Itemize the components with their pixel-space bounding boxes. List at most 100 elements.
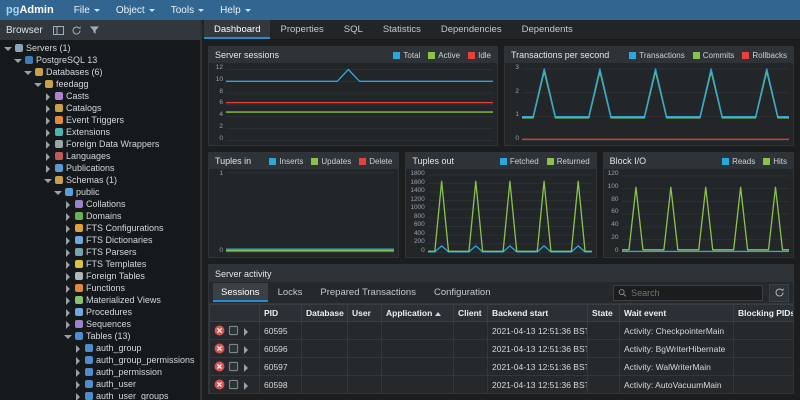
tree-chevron-icon[interactable]: [74, 392, 82, 400]
terminate-session-icon[interactable]: [214, 325, 225, 336]
tree-chevron-icon[interactable]: [14, 56, 22, 64]
tab-dashboard[interactable]: Dashboard: [204, 20, 270, 39]
expand-row-icon[interactable]: [242, 381, 250, 389]
tree-item-fts-configurations[interactable]: FTS Configurations: [0, 222, 200, 234]
activity-tab-configuration[interactable]: Configuration: [426, 283, 499, 302]
tree-item-fts-parsers[interactable]: FTS Parsers: [0, 246, 200, 258]
tree-item-event-triggers[interactable]: Event Triggers: [0, 114, 200, 126]
tree-item-casts[interactable]: Casts: [0, 90, 200, 102]
tree-chevron-icon[interactable]: [44, 128, 52, 136]
expand-row-icon[interactable]: [242, 363, 250, 371]
tree-chevron-icon[interactable]: [64, 284, 72, 292]
tree-chevron-icon[interactable]: [64, 260, 72, 268]
tree-item-languages[interactable]: Languages: [0, 150, 200, 162]
tree-chevron-icon[interactable]: [44, 152, 52, 160]
session-row[interactable]: 60598 2021-04-13 12:51:36 BST Activity: …: [210, 376, 794, 394]
column-header[interactable]: [210, 305, 260, 322]
terminate-session-icon[interactable]: [214, 361, 225, 372]
tree-item-extensions[interactable]: Extensions: [0, 126, 200, 138]
tree-chevron-icon[interactable]: [74, 380, 82, 388]
tree-item-auth-permission[interactable]: auth_permission: [0, 366, 200, 378]
tree-chevron-icon[interactable]: [44, 104, 52, 112]
terminate-session-icon[interactable]: [214, 343, 225, 354]
column-header-state[interactable]: State: [588, 305, 620, 322]
tree-chevron-icon[interactable]: [74, 344, 82, 352]
refresh-activity-button[interactable]: [769, 284, 789, 302]
activity-tab-sessions[interactable]: Sessions: [213, 283, 268, 302]
tree-item-databases-6[interactable]: Databases (6): [0, 66, 200, 78]
tree-item-servers-1[interactable]: Servers (1): [0, 42, 200, 54]
cancel-query-icon[interactable]: [228, 343, 239, 354]
tree-item-public[interactable]: public: [0, 186, 200, 198]
tree-chevron-icon[interactable]: [64, 332, 72, 340]
column-header-user[interactable]: User: [348, 305, 382, 322]
tab-sql[interactable]: SQL: [334, 20, 373, 39]
tree-item-materialized-views[interactable]: Materialized Views: [0, 294, 200, 306]
tree-chevron-icon[interactable]: [64, 308, 72, 316]
tree-chevron-icon[interactable]: [64, 212, 72, 220]
expand-row-icon[interactable]: [242, 345, 250, 353]
column-header-database[interactable]: Database: [302, 305, 348, 322]
filter-icon[interactable]: [89, 25, 100, 36]
tree-item-fts-dictionaries[interactable]: FTS Dictionaries: [0, 234, 200, 246]
tree-chevron-icon[interactable]: [44, 176, 52, 184]
tree-item-auth-user[interactable]: auth_user: [0, 378, 200, 390]
tree-chevron-icon[interactable]: [34, 80, 42, 88]
column-header-wait-event[interactable]: Wait event: [620, 305, 734, 322]
tree-item-domains[interactable]: Domains: [0, 210, 200, 222]
tree-item-fts-templates[interactable]: FTS Templates: [0, 258, 200, 270]
tree-item-functions[interactable]: Functions: [0, 282, 200, 294]
tree-chevron-icon[interactable]: [74, 356, 82, 364]
column-header-pid[interactable]: PID: [260, 305, 302, 322]
tab-dependencies[interactable]: Dependencies: [431, 20, 512, 39]
activity-tab-locks[interactable]: Locks: [270, 283, 311, 302]
column-header-client[interactable]: Client: [454, 305, 488, 322]
cancel-query-icon[interactable]: [228, 379, 239, 390]
menu-help[interactable]: Help: [212, 0, 259, 20]
refresh-icon[interactable]: [71, 25, 82, 36]
menu-file[interactable]: File: [66, 0, 108, 20]
tab-properties[interactable]: Properties: [270, 20, 333, 39]
terminate-session-icon[interactable]: [214, 379, 225, 390]
tree-item-collations[interactable]: Collations: [0, 198, 200, 210]
session-row[interactable]: 60595 2021-04-13 12:51:36 BST Activity: …: [210, 322, 794, 340]
tree-chevron-icon[interactable]: [44, 92, 52, 100]
tree-item-auth-user-groups[interactable]: auth_user_groups: [0, 390, 200, 400]
tree-item-tables-13[interactable]: Tables (13): [0, 330, 200, 342]
tree-item-procedures[interactable]: Procedures: [0, 306, 200, 318]
tree-chevron-icon[interactable]: [64, 296, 72, 304]
activity-tab-prepared-transactions[interactable]: Prepared Transactions: [312, 283, 424, 302]
tree-item-foreign-data-wrappers[interactable]: Foreign Data Wrappers: [0, 138, 200, 150]
tree-item-feedagg[interactable]: feedagg: [0, 78, 200, 90]
column-header-blocking-pids[interactable]: Blocking PIDs: [734, 305, 794, 322]
tab-dependents[interactable]: Dependents: [512, 20, 583, 39]
tree-item-sequences[interactable]: Sequences: [0, 318, 200, 330]
tree-chevron-icon[interactable]: [4, 44, 12, 52]
search-input[interactable]: [631, 288, 758, 298]
tree-chevron-icon[interactable]: [64, 224, 72, 232]
tree-chevron-icon[interactable]: [64, 272, 72, 280]
session-row[interactable]: 60596 2021-04-13 12:51:36 BST Activity: …: [210, 340, 794, 358]
tree-item-schemas-1[interactable]: Schemas (1): [0, 174, 200, 186]
tree-chevron-icon[interactable]: [44, 164, 52, 172]
cancel-query-icon[interactable]: [228, 361, 239, 372]
session-row[interactable]: 60597 2021-04-13 12:51:36 BST Activity: …: [210, 358, 794, 376]
column-header-backend-start[interactable]: Backend start: [488, 305, 588, 322]
tree-chevron-icon[interactable]: [64, 200, 72, 208]
tree-item-foreign-tables[interactable]: Foreign Tables: [0, 270, 200, 282]
tree-chevron-icon[interactable]: [44, 140, 52, 148]
expand-row-icon[interactable]: [242, 327, 250, 335]
tab-statistics[interactable]: Statistics: [373, 20, 431, 39]
column-header-application[interactable]: Application: [382, 305, 454, 322]
tree-chevron-icon[interactable]: [44, 116, 52, 124]
tree-chevron-icon[interactable]: [74, 368, 82, 376]
tree-chevron-icon[interactable]: [64, 320, 72, 328]
panels-icon[interactable]: [53, 25, 64, 36]
tree-chevron-icon[interactable]: [24, 68, 32, 76]
tree-chevron-icon[interactable]: [54, 188, 62, 196]
tree-item-auth-group-permissions[interactable]: auth_group_permissions: [0, 354, 200, 366]
tree-item-auth-group[interactable]: auth_group: [0, 342, 200, 354]
menu-tools[interactable]: Tools: [163, 0, 212, 20]
tree-chevron-icon[interactable]: [64, 236, 72, 244]
menu-object[interactable]: Object: [108, 0, 163, 20]
